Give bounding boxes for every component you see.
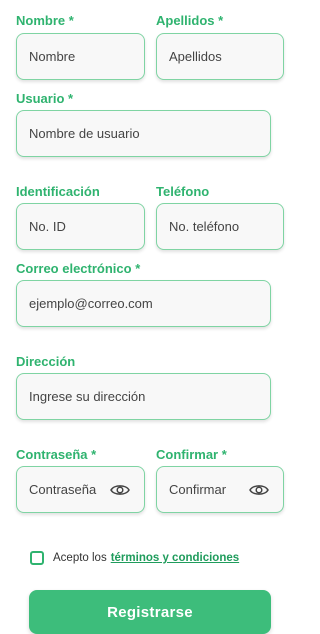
apellidos-input[interactable] — [169, 49, 283, 64]
nombre-input[interactable] — [29, 49, 144, 64]
contrasena-label: Contraseña * — [16, 447, 97, 462]
correo-label: Correo electrónico * — [16, 261, 141, 276]
identificacion-field[interactable] — [16, 203, 145, 250]
direccion-input[interactable] — [29, 389, 270, 404]
terms-prefix: Acepto los — [53, 552, 107, 564]
telefono-input[interactable] — [169, 219, 283, 234]
eye-icon[interactable] — [249, 483, 269, 497]
usuario-input[interactable] — [29, 126, 270, 141]
apellidos-field[interactable] — [156, 33, 284, 80]
correo-field[interactable] — [16, 280, 271, 327]
contrasena-field[interactable] — [16, 466, 145, 513]
usuario-field[interactable] — [16, 110, 271, 157]
apellidos-label: Apellidos * — [156, 13, 224, 28]
confirmar-label: Confirmar * — [156, 447, 227, 462]
telefono-field[interactable] — [156, 203, 284, 250]
nombre-label: Nombre * — [16, 13, 74, 28]
contrasena-input[interactable] — [29, 482, 104, 497]
confirmar-input[interactable] — [169, 482, 243, 497]
identificacion-label: Identificación — [16, 184, 100, 199]
direccion-label: Dirección — [16, 354, 76, 369]
terms-row: Acepto los términos y condiciones — [30, 549, 239, 567]
nombre-field[interactable] — [16, 33, 145, 80]
usuario-label: Usuario * — [16, 91, 74, 106]
eye-icon[interactable] — [110, 483, 130, 497]
terms-link[interactable]: términos y condiciones — [111, 552, 239, 564]
register-button[interactable]: Registrarse — [29, 590, 271, 634]
correo-input[interactable] — [29, 296, 270, 311]
confirmar-field[interactable] — [156, 466, 284, 513]
identificacion-input[interactable] — [29, 219, 144, 234]
direccion-field[interactable] — [16, 373, 271, 420]
telefono-label: Teléfono — [156, 184, 210, 199]
terms-checkbox[interactable] — [30, 551, 44, 565]
